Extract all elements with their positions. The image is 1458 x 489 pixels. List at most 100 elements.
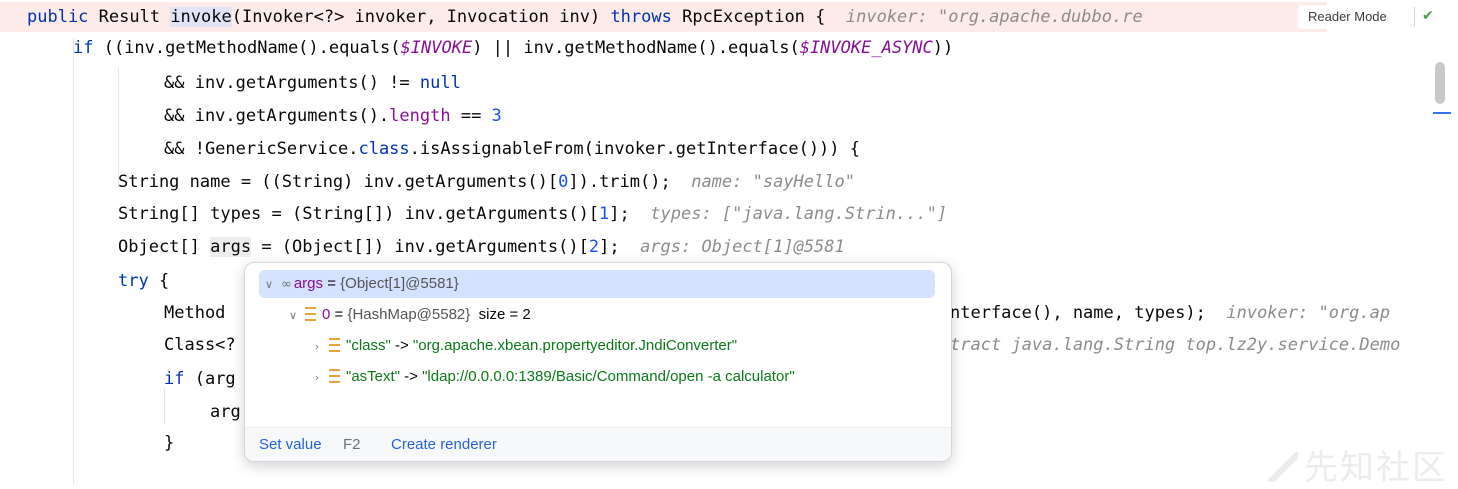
code-line[interactable]: arg — [210, 397, 241, 427]
field-icon — [329, 369, 340, 383]
code-text: Method — [164, 303, 226, 323]
variable-value: {Object[1]@5581} — [340, 275, 459, 292]
chevron-down-icon[interactable]: ∨ — [287, 302, 299, 330]
item-size: size = 2 — [478, 306, 531, 323]
code-text: ) || inv.getMethodName().equals( — [472, 38, 800, 58]
glasses-icon: ∞ — [281, 277, 292, 292]
code-line[interactable]: && inv.getArguments().length == 3 — [164, 101, 502, 131]
watermark: 先知社区 — [1268, 440, 1448, 489]
code-text: = (Object[]) inv.getArguments()[ — [251, 237, 589, 257]
code-line[interactable]: try { — [118, 266, 169, 296]
map-key: "asText" — [346, 368, 401, 385]
scrollbar-thumb[interactable] — [1435, 62, 1445, 104]
code-text: && inv.getArguments() != — [164, 73, 420, 93]
code-text: ]).trim(); — [568, 172, 671, 192]
code-text: nterface(), name, types); — [950, 303, 1206, 323]
code-text: (Invoker<?> invoker, Invocation inv) — [231, 7, 611, 27]
chevron-down-icon[interactable]: ∨ — [263, 271, 275, 299]
code-line[interactable]: if ((inv.getMethodName().equals($INVOKE)… — [73, 33, 953, 63]
equals-sign: = — [323, 275, 341, 292]
keyword: if — [73, 38, 94, 58]
keyword: throws — [610, 7, 672, 27]
variable-name: args — [293, 275, 324, 292]
keyword: null — [419, 73, 461, 93]
inline-debug-value[interactable]: args: Object[1]@5581 — [640, 237, 845, 257]
item-value: {HashMap@5582} — [347, 306, 471, 323]
number-literal: 0 — [558, 172, 569, 192]
watermark-logo-icon — [1268, 452, 1298, 482]
tree-row-item0[interactable]: ∨ 0 = {HashMap@5582} size = 2 — [287, 301, 531, 329]
tree-row-entry-class[interactable]: › "class" -> "org.apache.xbean.propertyed… — [311, 332, 737, 360]
number-literal: 1 — [599, 204, 610, 224]
code-text: String name = ((String) inv.getArguments… — [118, 172, 559, 192]
indent-guide — [73, 38, 74, 484]
code-line[interactable]: Object[] args = (Object[]) inv.getArgume… — [118, 232, 845, 262]
constant: $INVOKE — [400, 38, 473, 58]
code-line[interactable]: String name = ((String) inv.getArguments… — [118, 167, 855, 197]
inline-debug-value[interactable]: name: "sayHello" — [691, 172, 855, 192]
tree-row-args[interactable]: ∨ ∞ args = {Object[1]@5581} — [259, 270, 935, 298]
code-line-fragment[interactable]: nterface(), name, types); invoker: "org.… — [950, 298, 1390, 328]
code-text: { — [148, 271, 170, 291]
code-text: arg — [210, 402, 241, 422]
code-line[interactable]: public Result invoke(Invoker<?> invoker,… — [0, 2, 1327, 32]
create-renderer-link[interactable]: Create renderer — [391, 428, 497, 461]
inline-debug-value[interactable]: invoker: "org.ap — [1226, 303, 1390, 323]
code-text: .isAssignableFrom(invoker.getInterface()… — [409, 139, 860, 159]
debug-value-popup[interactable]: ∨ ∞ args = {Object[1]@5581} ∨ 0 = {HashMap@… — [244, 262, 952, 462]
map-arrow: -> — [390, 337, 413, 354]
inline-debug-value[interactable]: types: ["java.lang.Strin..."] — [650, 204, 947, 224]
code-text: (arg — [184, 369, 236, 389]
map-arrow: -> — [400, 368, 423, 385]
code-text: String[] types = (String[]) inv.getArgum… — [118, 204, 600, 224]
field-icon — [329, 338, 340, 352]
field: length — [389, 106, 451, 126]
code-text: && !GenericService. — [164, 139, 359, 159]
popup-footer: Set value F2 Create renderer — [245, 427, 951, 461]
code-line[interactable]: if (arg — [164, 364, 236, 394]
map-value: "org.apache.xbean.propertyeditor.JndiCon… — [412, 337, 738, 354]
code-line[interactable]: String[] types = (String[]) inv.getArgum… — [118, 199, 947, 229]
chevron-right-icon[interactable]: › — [311, 333, 323, 361]
keyword: try — [118, 271, 149, 291]
map-key: "class" — [346, 337, 391, 354]
equals-sign: = — [330, 306, 348, 323]
code-text: Class<? — [164, 335, 236, 355]
code-text: == — [450, 106, 492, 126]
variable-args[interactable]: args — [210, 237, 252, 257]
constant: $INVOKE_ASYNC — [799, 38, 933, 58]
code-text: ]; — [599, 237, 620, 257]
code-text: ]; — [609, 204, 630, 224]
check-icon[interactable]: ✔ — [1422, 4, 1452, 28]
code-line[interactable]: && !GenericService.class.isAssignableFro… — [164, 134, 860, 164]
field-icon — [305, 307, 316, 321]
code-text: )) — [932, 38, 954, 58]
inline-debug-value[interactable]: tract java.lang.String top.lz2y.service.… — [950, 335, 1400, 355]
reader-mode-button[interactable]: Reader Mode — [1298, 5, 1397, 29]
set-value-shortcut: F2 — [343, 436, 361, 453]
map-value: "ldap://0.0.0.0:1389/Basic/Command/open … — [422, 368, 795, 385]
method-name: invoke — [170, 7, 232, 27]
code-line[interactable]: && inv.getArguments() != null — [164, 68, 461, 98]
code-text: } — [164, 433, 175, 453]
chevron-right-icon[interactable]: › — [311, 364, 323, 392]
keyword: public — [27, 7, 89, 27]
code-line[interactable]: Class<? — [164, 330, 236, 360]
tree-row-entry-astext[interactable]: › "asText" -> "ldap://0.0.0.0:1389/Basic/… — [311, 363, 795, 391]
code-text: RpcException { — [671, 7, 826, 27]
number-literal: 2 — [588, 237, 600, 257]
code-line[interactable]: } — [164, 428, 174, 458]
toolbar-divider — [1414, 7, 1415, 27]
number-literal: 3 — [491, 106, 502, 126]
code-text: Result — [88, 7, 171, 27]
keyword: if — [164, 369, 185, 389]
code-line[interactable]: Method — [164, 298, 225, 328]
code-text: ((inv.getMethodName().equals( — [93, 38, 401, 58]
keyword: class — [358, 139, 410, 159]
inline-debug-value[interactable]: invoker: "org.apache.dubbo.re — [846, 7, 1143, 27]
code-line-fragment[interactable]: tract java.lang.String top.lz2y.service.… — [950, 330, 1400, 360]
code-text: Object[] — [118, 237, 211, 257]
scrollbar-marker — [1433, 112, 1451, 114]
code-text: && inv.getArguments(). — [164, 106, 390, 126]
set-value-link[interactable]: Set value — [259, 428, 322, 461]
